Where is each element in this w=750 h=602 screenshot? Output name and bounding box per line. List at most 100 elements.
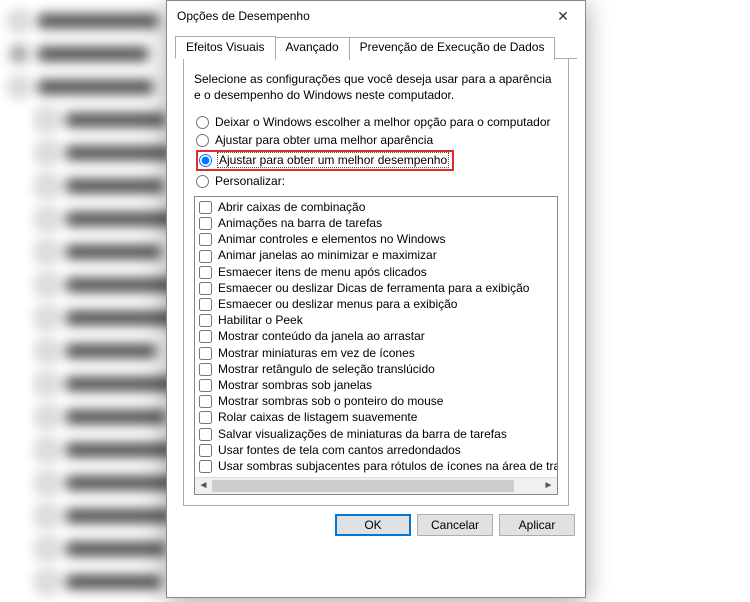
effect-checkbox-row[interactable]: Rolar caixas de listagem suavemente <box>199 410 553 426</box>
effect-label: Esmaecer itens de menu após clicados <box>218 266 427 279</box>
window-title: Opções de Desempenho <box>177 9 541 23</box>
close-button[interactable]: ✕ <box>541 1 585 31</box>
radio-option-0[interactable]: Deixar o Windows escolher a melhor opção… <box>196 113 558 131</box>
radio-input[interactable] <box>196 175 209 188</box>
effect-checkbox-row[interactable]: Mostrar miniaturas em vez de ícones <box>199 345 553 361</box>
effect-checkbox[interactable] <box>199 201 212 214</box>
effect-checkbox-row[interactable]: Usar sombras subjacentes para rótulos de… <box>199 458 553 474</box>
effect-label: Mostrar conteúdo da janela ao arrastar <box>218 330 425 343</box>
bg-text-placeholder <box>66 245 161 259</box>
scroll-right-button[interactable]: ► <box>540 478 557 494</box>
effect-checkbox[interactable] <box>199 428 212 441</box>
bg-checkbox-icon <box>38 177 56 195</box>
bg-checkbox-icon <box>38 507 56 525</box>
bg-text-placeholder <box>66 509 171 523</box>
effect-label: Esmaecer ou deslizar menus para a exibiç… <box>218 298 457 311</box>
effect-checkbox[interactable] <box>199 250 212 263</box>
effect-label: Mostrar retângulo de seleção translúcido <box>218 363 435 376</box>
radio-label: Ajustar para obter uma melhor aparência <box>215 133 433 147</box>
effect-checkbox-row[interactable]: Animar janelas ao minimizar e maximizar <box>199 248 553 264</box>
effect-checkbox[interactable] <box>199 282 212 295</box>
effect-checkbox-row[interactable]: Animar controles e elementos no Windows <box>199 232 553 248</box>
effect-label: Mostrar miniaturas em vez de ícones <box>218 347 415 360</box>
performance-options-dialog: Opções de Desempenho ✕ Efeitos Visuais Av… <box>166 0 586 598</box>
tab-0[interactable]: Efeitos Visuais <box>175 36 276 59</box>
tab-label: Prevenção de Execução de Dados <box>360 40 545 54</box>
effect-checkbox[interactable] <box>199 217 212 230</box>
effect-label: Usar fontes de tela com cantos arredonda… <box>218 444 461 457</box>
bg-checkbox-icon <box>38 309 56 327</box>
effect-checkbox-row[interactable]: Esmaecer ou deslizar Dicas de ferramenta… <box>199 280 553 296</box>
effect-checkbox-row[interactable]: Esmaecer ou deslizar menus para a exibiç… <box>199 297 553 313</box>
tab-1[interactable]: Avançado <box>275 37 350 60</box>
effect-checkbox-row[interactable]: Abrir caixas de combinação <box>199 199 553 215</box>
horizontal-scrollbar[interactable]: ◄ ► <box>195 477 557 494</box>
effect-checkbox[interactable] <box>199 379 212 392</box>
bg-checkbox-icon <box>38 573 56 591</box>
bg-text-placeholder <box>38 14 158 28</box>
effect-label: Habilitar o Peek <box>218 314 303 327</box>
effects-listbox[interactable]: Abrir caixas de combinação Animações na b… <box>194 196 558 494</box>
effect-checkbox[interactable] <box>199 395 212 408</box>
effect-checkbox[interactable] <box>199 347 212 360</box>
radio-input[interactable] <box>196 116 209 129</box>
cancel-button[interactable]: Cancelar <box>417 514 493 536</box>
bg-text-placeholder <box>66 476 181 490</box>
scroll-track[interactable] <box>212 478 540 494</box>
radio-input[interactable] <box>199 154 212 167</box>
effect-checkbox[interactable] <box>199 314 212 327</box>
radio-input[interactable] <box>196 134 209 147</box>
bg-text-placeholder <box>66 179 164 193</box>
effect-checkbox-row[interactable]: Salvar visualizações de miniaturas da ba… <box>199 426 553 442</box>
effect-label: Animar janelas ao minimizar e maximizar <box>218 249 437 262</box>
effects-list-inner: Abrir caixas de combinação Animações na b… <box>195 197 557 476</box>
bg-checkbox-icon <box>38 342 56 360</box>
tab-label: Avançado <box>286 40 339 54</box>
tab-2[interactable]: Prevenção de Execução de Dados <box>349 37 556 60</box>
bg-checkbox-icon <box>38 375 56 393</box>
scroll-left-button[interactable]: ◄ <box>195 478 212 494</box>
effect-label: Esmaecer ou deslizar Dicas de ferramenta… <box>218 282 529 295</box>
radio-option-1[interactable]: Ajustar para obter uma melhor aparência <box>196 131 558 149</box>
effect-checkbox[interactable] <box>199 298 212 311</box>
bg-text-placeholder <box>38 47 148 61</box>
ok-button[interactable]: OK <box>335 514 411 536</box>
effect-label: Rolar caixas de listagem suavemente <box>218 411 417 424</box>
effect-checkbox[interactable] <box>199 330 212 343</box>
bg-text-placeholder <box>66 542 166 556</box>
cancel-label: Cancelar <box>431 518 479 532</box>
effect-checkbox[interactable] <box>199 233 212 246</box>
dialog-buttons: OK Cancelar Aplicar <box>167 514 585 546</box>
effect-checkbox[interactable] <box>199 444 212 457</box>
effect-label: Abrir caixas de combinação <box>218 201 365 214</box>
scroll-thumb[interactable] <box>212 480 514 492</box>
effect-checkbox-row[interactable]: Mostrar sombras sob o ponteiro do mouse <box>199 394 553 410</box>
effect-checkbox-row[interactable]: Animações na barra de tarefas <box>199 216 553 232</box>
bg-radio-icon <box>10 12 28 30</box>
effect-checkbox-row[interactable]: Esmaecer itens de menu após clicados <box>199 264 553 280</box>
apply-label: Aplicar <box>519 518 556 532</box>
bg-checkbox-icon <box>38 441 56 459</box>
effect-checkbox[interactable] <box>199 460 212 473</box>
bg-radio-icon <box>10 78 28 96</box>
bg-checkbox-icon <box>38 111 56 129</box>
effect-checkbox[interactable] <box>199 363 212 376</box>
effect-checkbox[interactable] <box>199 266 212 279</box>
chevron-right-icon: ► <box>544 480 554 491</box>
effect-checkbox-row[interactable]: Mostrar retângulo de seleção translúcido <box>199 361 553 377</box>
effect-checkbox-row[interactable]: Mostrar sombras sob janelas <box>199 377 553 393</box>
radio-option-2[interactable]: Ajustar para obter um melhor desempenho <box>196 150 454 171</box>
bg-text-placeholder <box>66 410 166 424</box>
bg-text-placeholder <box>66 146 171 160</box>
effect-label: Salvar visualizações de miniaturas da ba… <box>218 428 507 441</box>
effect-label: Mostrar sombras sob o ponteiro do mouse <box>218 395 443 408</box>
radio-option-3[interactable]: Personalizar: <box>196 172 558 190</box>
effect-checkbox[interactable] <box>199 411 212 424</box>
effect-checkbox-row[interactable]: Mostrar conteúdo da janela ao arrastar <box>199 329 553 345</box>
radio-label: Ajustar para obter um melhor desempenho <box>218 153 448 167</box>
effect-checkbox-row[interactable]: Habilitar o Peek <box>199 313 553 329</box>
effect-checkbox-row[interactable]: Usar fontes de tela com cantos arredonda… <box>199 442 553 458</box>
radio-label: Personalizar: <box>215 174 285 188</box>
apply-button[interactable]: Aplicar <box>499 514 575 536</box>
bg-checkbox-icon <box>38 540 56 558</box>
